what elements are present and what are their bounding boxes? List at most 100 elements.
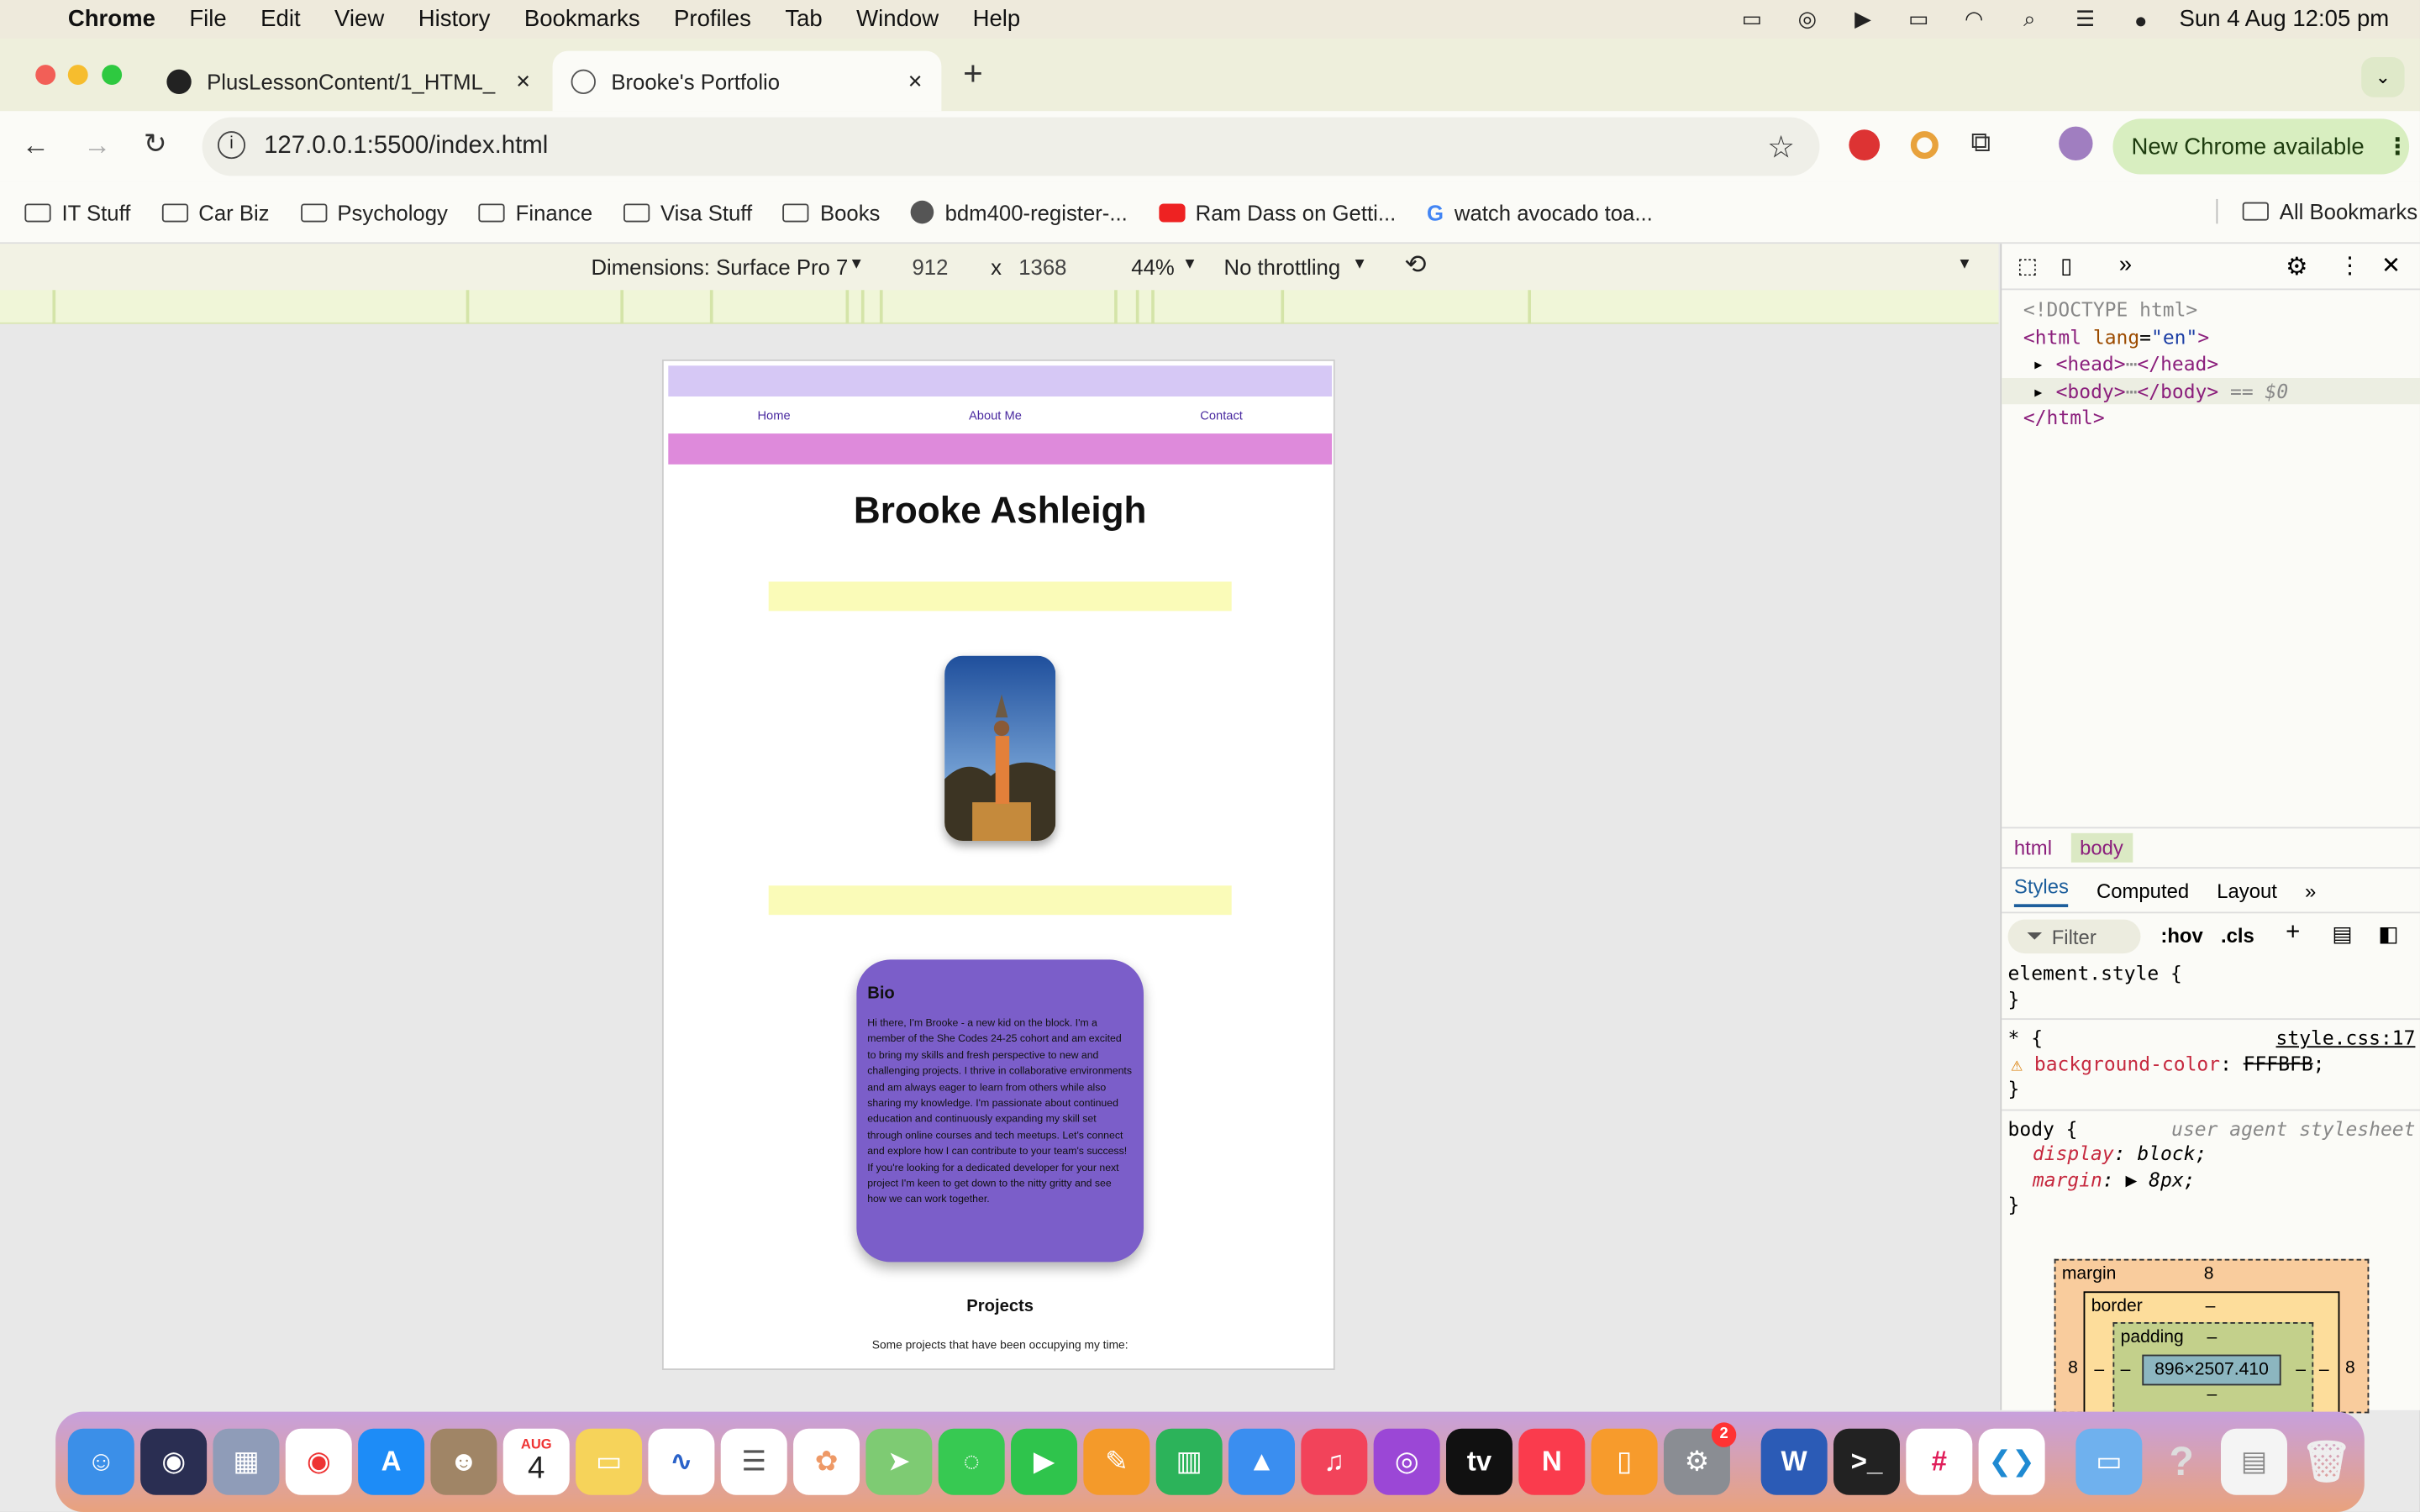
- menu-view[interactable]: View: [334, 6, 384, 32]
- margin-top-value[interactable]: 8: [2204, 1265, 2214, 1284]
- close-devtools-icon[interactable]: ✕: [2381, 251, 2401, 279]
- menu-profiles[interactable]: Profiles: [674, 6, 751, 32]
- close-icon[interactable]: ✕: [908, 71, 923, 92]
- extensions-puzzle-icon[interactable]: ⧉: [1970, 127, 1991, 160]
- nav-about-link[interactable]: About Me: [969, 402, 1022, 433]
- bookmark-avocado[interactable]: Gwatch avocado toa...: [1427, 200, 1653, 224]
- class-toggle[interactable]: .cls: [2221, 924, 2254, 948]
- border-right-value[interactable]: –: [2319, 1361, 2329, 1379]
- html-node[interactable]: <html lang="en">: [2023, 323, 2420, 350]
- maps-icon[interactable]: ➤: [865, 1428, 933, 1495]
- rule-source-link[interactable]: style.css:17: [2276, 1026, 2416, 1051]
- downloads-folder-icon[interactable]: ▭: [2075, 1428, 2143, 1495]
- box-model-padding[interactable]: padding – – – – 896×2507.410: [2112, 1322, 2314, 1415]
- border-left-value[interactable]: –: [2094, 1361, 2104, 1379]
- devtools-menu-icon[interactable]: ⋮: [2338, 251, 2362, 279]
- menu-bookmarks[interactable]: Bookmarks: [524, 6, 640, 32]
- search-icon[interactable]: ⌕: [2012, 6, 2046, 31]
- extension-stop-icon[interactable]: [1849, 129, 1881, 161]
- siri-icon[interactable]: ●: [2123, 7, 2157, 31]
- site-info-icon[interactable]: i: [217, 131, 246, 160]
- tab-portfolio[interactable]: Brooke's Portfolio ✕: [552, 50, 942, 112]
- more-panels-icon[interactable]: »: [2305, 879, 2316, 903]
- finder-icon[interactable]: ☺: [67, 1428, 134, 1495]
- device-toggle-icon[interactable]: ▯: [2060, 253, 2072, 279]
- tab-search-chevron-icon[interactable]: ⌄: [2361, 56, 2405, 97]
- bookmark-psychology[interactable]: Psychology: [300, 200, 448, 224]
- menu-app-name[interactable]: Chrome: [68, 6, 155, 32]
- app-store-icon[interactable]: A: [358, 1428, 425, 1495]
- menu-edit[interactable]: Edit: [260, 6, 300, 32]
- calendar-icon[interactable]: AUG 4: [502, 1428, 570, 1495]
- rotate-icon[interactable]: ⟲: [1404, 250, 1426, 281]
- throttling-select[interactable]: No throttling: [1224, 255, 1341, 279]
- nav-home-link[interactable]: Home: [757, 402, 790, 433]
- display-icon[interactable]: ▭: [1735, 6, 1769, 31]
- battery-icon[interactable]: ▭: [1902, 6, 1935, 31]
- address-bar[interactable]: i 127.0.0.1:5500/index.html ☆: [202, 117, 1820, 176]
- siri-icon[interactable]: ◉: [140, 1428, 208, 1495]
- reminders-icon[interactable]: ☰: [720, 1428, 787, 1495]
- body-ua-rule[interactable]: body { user agent stylesheet: [2008, 1116, 2416, 1142]
- music-icon[interactable]: ♫: [1301, 1428, 1368, 1495]
- zoom-select[interactable]: 44%: [1131, 255, 1174, 279]
- margin-left-value[interactable]: 8: [2068, 1359, 2078, 1378]
- device-dimensions-select[interactable]: Dimensions: Surface Pro 7: [591, 255, 848, 279]
- system-settings-icon[interactable]: ⚙ 2: [1663, 1422, 1737, 1495]
- body-node-selected[interactable]: ▸ <body>⋯</body> == $0: [2002, 377, 2420, 405]
- rule-declaration[interactable]: ⚠ background-color: FFFBFB;: [2008, 1052, 2416, 1077]
- tab-computed[interactable]: Computed: [2096, 879, 2189, 903]
- help-icon[interactable]: ?: [2149, 1429, 2215, 1495]
- breadcrumb-html[interactable]: html: [2008, 833, 2059, 863]
- vscode-icon[interactable]: ❮❯: [1978, 1428, 2045, 1495]
- trash-icon[interactable]: 🗑: [2293, 1429, 2360, 1495]
- forward-arrow-icon[interactable]: →: [83, 129, 111, 162]
- messages-icon[interactable]: ◌: [938, 1428, 1005, 1495]
- contacts-icon[interactable]: ☻: [430, 1428, 497, 1495]
- nav-contact-link[interactable]: Contact: [1200, 402, 1243, 433]
- bookmark-ram-dass[interactable]: Ram Dass on Getti...: [1158, 200, 1396, 224]
- expand-triangle-icon[interactable]: ▸: [2033, 352, 2044, 375]
- menu-file[interactable]: File: [189, 6, 226, 32]
- slack-icon[interactable]: #: [1906, 1428, 1973, 1495]
- device-options-chevron-icon[interactable]: ▼: [1957, 256, 1972, 273]
- back-arrow-icon[interactable]: ←: [22, 129, 50, 162]
- box-model-content[interactable]: 896×2507.410: [2142, 1354, 2281, 1386]
- launchpad-icon[interactable]: ▦: [213, 1428, 280, 1495]
- facetime-icon[interactable]: ▶: [1011, 1428, 1078, 1495]
- close-icon[interactable]: ✕: [515, 71, 530, 92]
- html-close-node[interactable]: </html>: [2023, 404, 2420, 431]
- device-width-input[interactable]: 912: [912, 255, 948, 279]
- box-model-border[interactable]: border – – – padding – – – – 896×2507.41…: [2083, 1291, 2340, 1415]
- menu-help[interactable]: Help: [973, 6, 1021, 32]
- extension-ring-icon[interactable]: [1910, 131, 1939, 160]
- bookmark-visa-stuff[interactable]: Visa Stuff: [623, 200, 752, 224]
- tab-styles[interactable]: Styles: [2013, 874, 2069, 907]
- margin-right-value[interactable]: 8: [2345, 1359, 2355, 1378]
- zoom-window-icon[interactable]: [102, 65, 123, 86]
- rule-declaration[interactable]: margin: ▶ 8px;: [2008, 1167, 2416, 1192]
- box-model-margin[interactable]: margin 8 8 8 border – – – padding – – – …: [2054, 1258, 2370, 1415]
- bookmark-star-icon[interactable]: ☆: [1767, 128, 1795, 166]
- url-text[interactable]: 127.0.0.1:5500/index.html: [264, 133, 548, 160]
- menubar-clock[interactable]: Sun 4 Aug 12:05 pm: [2180, 6, 2390, 32]
- document-preview-icon[interactable]: ▤: [2221, 1428, 2287, 1495]
- news-icon[interactable]: N: [1518, 1428, 1586, 1495]
- menu-window[interactable]: Window: [856, 6, 939, 32]
- styles-filter-input[interactable]: ⏷ Filter: [2007, 919, 2141, 954]
- close-window-icon[interactable]: [35, 65, 56, 86]
- padding-top-value[interactable]: –: [2207, 1328, 2217, 1347]
- universal-rule[interactable]: * { style.css:17: [2008, 1026, 2416, 1051]
- bookmark-books[interactable]: Books: [782, 200, 880, 224]
- minimize-window-icon[interactable]: [67, 65, 88, 86]
- tab-layout[interactable]: Layout: [2217, 879, 2277, 903]
- books-icon[interactable]: ▯: [1591, 1428, 1658, 1495]
- profile-avatar[interactable]: [2059, 126, 2093, 161]
- menu-history[interactable]: History: [418, 6, 491, 32]
- keynote-icon[interactable]: ▲: [1228, 1428, 1295, 1495]
- play-icon[interactable]: ▶: [1846, 6, 1880, 31]
- hover-state-toggle[interactable]: :hov: [2160, 924, 2202, 948]
- freeform-icon[interactable]: ∿: [648, 1428, 715, 1495]
- numbers-icon[interactable]: ▥: [1155, 1428, 1223, 1495]
- head-node[interactable]: ▸ <head>⋯</head>: [2023, 350, 2420, 377]
